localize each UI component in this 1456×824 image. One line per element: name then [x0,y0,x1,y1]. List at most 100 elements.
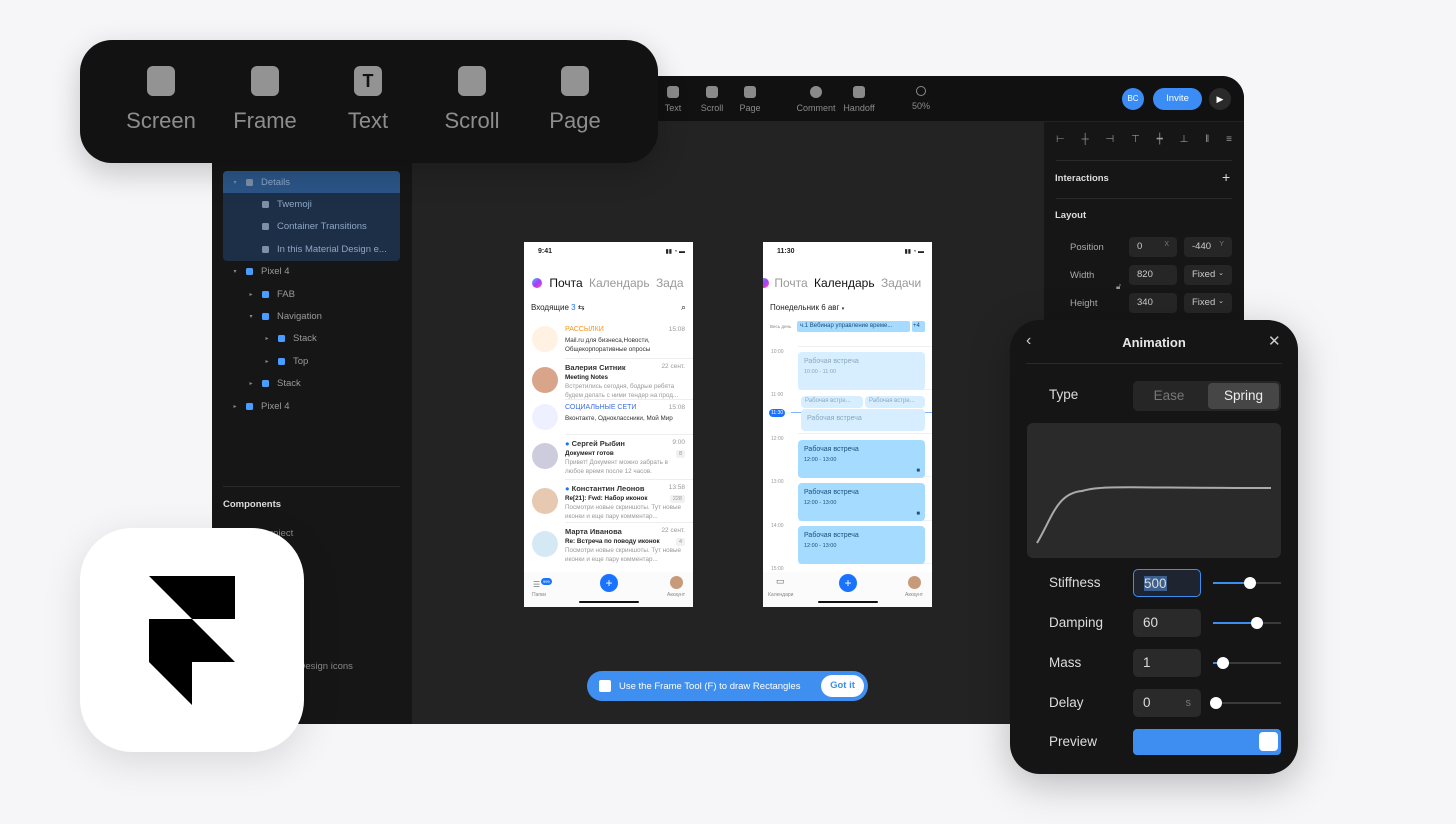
distribute-h-icon[interactable]: ‖ [1205,134,1209,145]
toolbar-text[interactable]: Text [653,84,693,113]
caret-icon[interactable]: ▾ [230,179,240,186]
mail-item[interactable]: ● Константин Леонов 13:58 Re[21]: Fwd: Н… [524,482,693,523]
date-selector[interactable]: Понедельник 6 авг ▾ [770,303,844,312]
mail-item[interactable]: Валерия Ситник 22 сент. Meeting Notes Вс… [524,361,693,401]
nav-account[interactable]: Аккаунт [667,592,685,598]
stiffness-slider[interactable] [1213,577,1281,589]
x-input[interactable]: 0X [1129,237,1177,257]
caret-icon[interactable]: ▾ [246,313,256,320]
delay-slider[interactable] [1210,697,1281,709]
layer-row[interactable]: ▾ Pixel 4 [224,261,400,283]
toolbar-zoom[interactable]: 50% [901,84,941,111]
slider-thumb[interactable] [1244,577,1256,589]
caret-icon[interactable]: ▾ [230,268,240,275]
align-center-icon[interactable]: ┼ [1082,134,1089,145]
type-ease[interactable]: Ease [1133,381,1205,411]
calendar-event[interactable]: Рабочая встреча 12:00 - 13:00 ■ [798,440,925,478]
calendar-event[interactable]: Рабочая встреча 12:00 - 13:00 [798,526,925,564]
mail-item[interactable]: СОЦИАЛЬНЫЕ СЕТИ 15:08 Вконтакте, Однокла… [524,402,693,442]
calendar-event[interactable]: Рабочая встреча 10:00 - 11:00 [798,352,925,390]
avatar[interactable] [670,576,683,589]
layer-row[interactable]: ▾ Navigation [224,305,400,327]
slider-thumb[interactable] [1210,697,1222,709]
layer-row[interactable]: In this Material Design e... [224,238,400,260]
caret-icon[interactable]: ▸ [246,291,256,298]
mail-item[interactable]: ● Сергей Рыбин 9:00 Документ готов Приве… [524,437,693,480]
align-middle-icon[interactable]: ┿ [1157,134,1163,145]
allday-event[interactable]: ч.1 Вебинар управление време... [797,321,910,332]
layer-row[interactable]: Twemoji [224,193,400,215]
width-mode-select[interactable]: Fixed ⌄ [1184,265,1232,285]
tab-tasks[interactable]: Задачи [881,276,921,290]
calendar-event[interactable]: Рабочая встреча [801,409,925,431]
nav-account[interactable]: Аккаунт [905,592,923,598]
layer-row[interactable]: Container Transitions [224,216,400,238]
align-bottom-icon[interactable]: ⊥ [1180,134,1189,145]
toolbar-page[interactable]: Page [730,84,770,113]
preview-toggle[interactable] [1133,729,1281,755]
distribute-v-icon[interactable]: ≡ [1226,134,1232,145]
avatar[interactable]: BC [1122,88,1144,110]
nav-folders[interactable]: Папки [532,592,546,598]
toolbar-scroll[interactable]: Scroll [692,84,732,113]
align-left-icon[interactable]: ⊢ [1056,134,1065,145]
inbox-header[interactable]: Входящие 3 ⇆ [531,303,585,312]
damping-input[interactable]: 60 [1133,609,1201,637]
tab-mail[interactable]: Почта [774,276,807,290]
tab-mail[interactable]: Почта [549,276,582,290]
toolbar-handoff[interactable]: Handoff [839,84,879,113]
damping-slider[interactable] [1213,617,1281,629]
mail-phone-frame[interactable]: 9:41 ▮▮ ◔ ▬ Почта Календарь Зада Входящи… [524,242,693,607]
layer-row[interactable]: ▸ Stack [224,373,400,395]
palette-frame[interactable]: Frame [220,66,310,134]
type-spring[interactable]: Spring [1208,383,1279,409]
palette-scroll[interactable]: Scroll [427,66,517,134]
lock-icon[interactable]: 🔓︎ [1116,282,1121,292]
caret-icon[interactable]: ▸ [246,380,256,387]
mail-item[interactable]: Марта Иванова 22 сент. Re: Встреча по по… [524,525,693,565]
layer-row[interactable]: ▸ Top [224,350,400,372]
tab-calendar[interactable]: Календарь [589,276,650,290]
layer-row[interactable]: ▸ FAB [224,283,400,305]
search-icon[interactable]: ⌕ [681,302,686,313]
mass-input[interactable]: 1 [1133,649,1201,677]
toolbar-comment[interactable]: Comment [796,84,836,113]
calendar-event[interactable]: Рабочая встреча 12:00 - 13:00 ■ [798,483,925,521]
caret-icon[interactable]: ▸ [262,335,272,342]
height-mode-select[interactable]: Fixed ⌄ [1184,293,1232,313]
folders-icon[interactable]: ☰ [533,580,540,589]
calendar-event[interactable]: Рабочая встре... [801,396,863,408]
canvas[interactable] [412,122,1044,724]
caret-icon[interactable]: ▸ [262,358,272,365]
layer-row[interactable]: ▸ Stack [224,328,400,350]
compose-button[interactable]: + [600,574,618,592]
got-it-button[interactable]: Got it [821,675,864,697]
width-input[interactable]: 820 [1129,265,1177,285]
y-input[interactable]: -440 Y [1184,237,1232,257]
tab-calendar[interactable]: Календарь [814,276,875,290]
calendar-icon[interactable]: ▭ [776,576,785,587]
stiffness-input[interactable]: 500 [1133,569,1201,597]
layer-row[interactable]: ▾ Details [224,171,400,193]
add-interaction-button[interactable]: + [1222,169,1230,185]
allday-more[interactable]: +4 [912,321,925,332]
calendar-event[interactable]: Рабочая встре... [865,396,925,408]
hint-checkbox[interactable] [599,680,611,692]
mail-item[interactable]: РАССЫЛКИ 15:08 Mail.ru для бизнеса,Новос… [524,324,693,364]
nav-calendars[interactable]: Календари [768,592,793,598]
mass-slider[interactable] [1213,657,1281,669]
tab-tasks[interactable]: Зада [656,276,684,290]
avatar[interactable] [908,576,921,589]
slider-thumb[interactable] [1216,657,1229,669]
add-event-button[interactable]: + [839,574,857,592]
calendar-phone-frame[interactable]: 11:30 ▮▮ ◔ ▬ Почта Календарь Задачи Поне… [763,242,932,607]
slider-thumb[interactable] [1250,617,1263,629]
align-right-icon[interactable]: ⊣ [1106,134,1115,145]
close-icon[interactable]: ✕ [1268,332,1281,350]
height-input[interactable]: 340 [1129,293,1177,313]
caret-icon[interactable]: ▸ [230,403,240,410]
play-icon[interactable]: ▶ [1209,88,1231,110]
palette-screen[interactable]: Screen [116,66,206,134]
align-top-icon[interactable]: ⊤ [1131,134,1140,145]
layer-row[interactable]: ▸ Pixel 4 [224,395,400,417]
